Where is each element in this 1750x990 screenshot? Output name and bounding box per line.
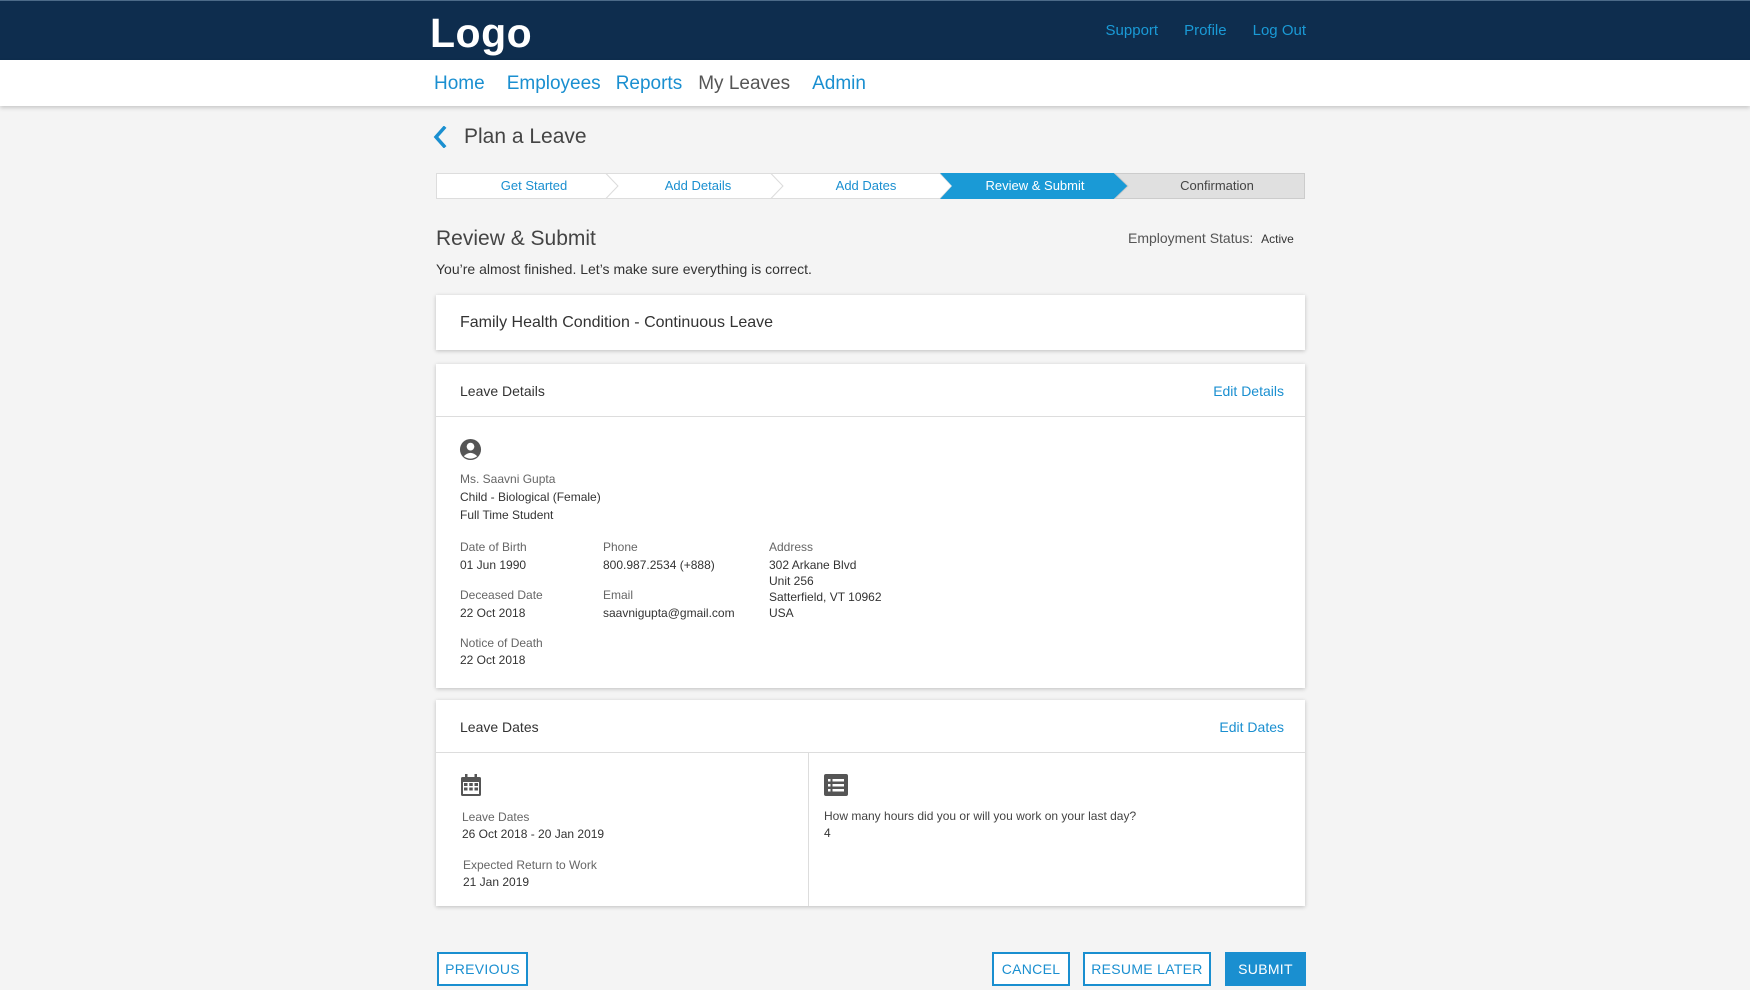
nav-item-home[interactable]: Home xyxy=(434,73,485,95)
resume-later-button[interactable]: RESUME LATER xyxy=(1083,952,1211,986)
nav-item-reports[interactable]: Reports xyxy=(616,73,683,95)
step-review-submit: Review & Submit xyxy=(985,178,1085,193)
top-bar: Logo Support Profile Log Out xyxy=(0,0,1750,60)
return-to-work-value: 21 Jan 2019 xyxy=(463,875,530,889)
progress-stepper: Get Started Add Details Add Dates Review… xyxy=(436,173,1305,199)
section-heading: Review & Submit xyxy=(436,227,596,250)
step-confirmation: Confirmation xyxy=(1180,178,1254,193)
leave-details-header: Leave Details Edit Details xyxy=(436,364,1305,417)
deceased-date-value: 22 Oct 2018 xyxy=(460,606,526,620)
email-label: Email xyxy=(603,588,634,602)
page-title: Plan a Leave xyxy=(464,125,587,148)
step-get-started[interactable]: Get Started xyxy=(501,178,567,193)
calendar-icon xyxy=(461,774,481,801)
step-add-dates[interactable]: Add Dates xyxy=(836,178,897,193)
logo[interactable]: Logo xyxy=(430,10,532,57)
leave-details-card: Leave Details Edit Details Ms. Saavni Gu… xyxy=(436,364,1305,688)
person-name: Ms. Saavni Gupta xyxy=(460,472,556,486)
edit-dates-link[interactable]: Edit Dates xyxy=(1219,719,1284,735)
employment-status-value: Active xyxy=(1261,232,1294,246)
address-line-2: Unit 256 xyxy=(769,574,814,588)
person-relationship: Child - Biological (Female) xyxy=(460,490,601,504)
address-line-1: 302 Arkane Blvd xyxy=(769,558,857,572)
phone-label: Phone xyxy=(603,540,638,554)
leave-type-card: Family Health Condition - Continuous Lea… xyxy=(436,295,1305,350)
support-link[interactable]: Support xyxy=(1106,22,1159,39)
nav-item-admin[interactable]: Admin xyxy=(812,73,866,95)
leave-dates-value: 26 Oct 2018 - 20 Jan 2019 xyxy=(462,827,605,841)
employment-status-label: Employment Status: xyxy=(1128,230,1254,246)
review-subtext: You’re almost finished. Let’s make sure … xyxy=(436,261,812,277)
dob-label: Date of Birth xyxy=(460,540,527,554)
phone-value: 800.987.2534 (+888) xyxy=(603,558,715,572)
leave-details-title: Leave Details xyxy=(460,383,545,399)
hours-question: How many hours did you or will you work … xyxy=(824,809,1137,823)
step-add-details[interactable]: Add Details xyxy=(665,178,731,193)
chevron-left-icon[interactable] xyxy=(432,125,448,149)
return-to-work-label: Expected Return to Work xyxy=(463,858,597,872)
leave-dates-header: Leave Dates Edit Dates xyxy=(436,700,1305,753)
dob-value: 01 Jun 1990 xyxy=(460,558,527,572)
utility-links: Support Profile Log Out xyxy=(1106,22,1306,39)
hours-answer: 4 xyxy=(824,826,831,840)
notice-of-death-label: Notice of Death xyxy=(460,636,543,650)
profile-link[interactable]: Profile xyxy=(1184,22,1227,39)
list-icon xyxy=(824,774,848,801)
page-title-row: Plan a Leave xyxy=(432,125,587,149)
nav-item-my-leaves[interactable]: My Leaves xyxy=(698,73,790,95)
leave-dates-label: Leave Dates xyxy=(462,810,530,824)
nav-item-employees[interactable]: Employees xyxy=(507,73,601,95)
column-divider xyxy=(808,753,809,906)
person-status: Full Time Student xyxy=(460,508,554,522)
user-circle-icon xyxy=(459,438,482,466)
notice-of-death-value: 22 Oct 2018 xyxy=(460,653,526,667)
logout-link[interactable]: Log Out xyxy=(1253,22,1306,39)
previous-button[interactable]: PREVIOUS xyxy=(437,952,528,986)
leave-dates-card: Leave Dates Edit Dates Leave Dates 26 Oc… xyxy=(436,700,1305,906)
address-line-3: Satterfield, VT 10962 xyxy=(769,590,882,604)
main-nav: Home Employees Reports My Leaves Admin xyxy=(0,60,1750,106)
cancel-button[interactable]: CANCEL xyxy=(992,952,1070,986)
email-value: saavnigupta@gmail.com xyxy=(603,606,735,620)
employment-status: Employment Status: Active xyxy=(1128,230,1294,246)
edit-details-link[interactable]: Edit Details xyxy=(1213,383,1284,399)
submit-button[interactable]: SUBMIT xyxy=(1225,952,1306,986)
leave-dates-title: Leave Dates xyxy=(460,719,539,735)
address-line-4: USA xyxy=(769,606,794,620)
address-label: Address xyxy=(769,540,814,554)
deceased-date-label: Deceased Date xyxy=(460,588,543,602)
leave-type-title: Family Health Condition - Continuous Lea… xyxy=(460,314,774,331)
